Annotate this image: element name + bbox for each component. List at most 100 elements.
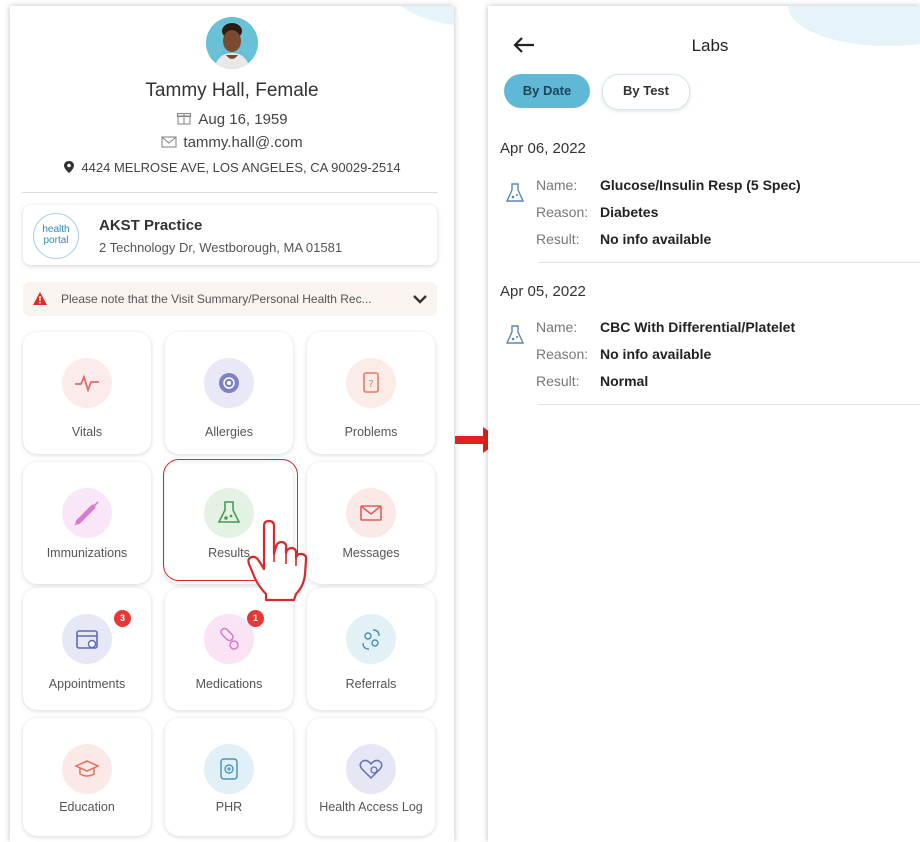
- tile-icon-bg: [204, 358, 254, 408]
- tile-messages[interactable]: Messages: [307, 462, 435, 584]
- tile-allergies[interactable]: Allergies: [165, 332, 293, 454]
- lab-name: Glucose/Insulin Resp (5 Spec): [600, 177, 801, 193]
- tile-label: PHR: [215, 800, 243, 814]
- lab-date: Apr 06, 2022: [500, 140, 586, 157]
- email-text[interactable]: tammy.hall@.com: [183, 134, 302, 151]
- lab-reason-row: Reason: No info available: [536, 346, 711, 362]
- tile-label: Immunizations: [46, 546, 128, 560]
- document-icon: ?: [363, 372, 379, 393]
- tile-label: Education: [59, 800, 115, 814]
- tile-label: Allergies: [205, 425, 253, 439]
- tile-problems[interactable]: ? Problems: [307, 332, 435, 454]
- decorative-blob: [390, 6, 454, 26]
- tile-label: Appointments: [48, 677, 126, 691]
- appointments-badge: 3: [114, 610, 131, 627]
- labs-screen: Labs By Date By Test Apr 06, 2022 Name: …: [488, 6, 920, 842]
- page-title: Labs: [691, 36, 729, 55]
- reason-label: Reason:: [536, 346, 589, 362]
- dob-row: Aug 16, 1959: [10, 110, 454, 128]
- chevron-down-icon[interactable]: [412, 293, 428, 305]
- practice-card[interactable]: health portal AKST Practice 2 Technology…: [23, 205, 437, 265]
- flask-icon: [506, 183, 524, 202]
- flask-icon: [506, 325, 524, 344]
- pointing-hand-icon: [247, 520, 308, 602]
- medications-badge: 1: [247, 610, 264, 627]
- tile-icon-bg: ?: [346, 358, 396, 408]
- lab-name: CBC With Differential/Platelet: [600, 319, 796, 335]
- logo-line-1: health: [42, 224, 70, 235]
- tab-by-test[interactable]: By Test: [602, 74, 690, 110]
- lab-date: Apr 05, 2022: [500, 283, 586, 300]
- practice-name: AKST Practice: [99, 217, 203, 234]
- divider: [538, 404, 920, 405]
- heart-search-icon: [359, 759, 383, 780]
- tile-label: Vitals: [71, 425, 103, 439]
- tab-by-date[interactable]: By Date: [504, 74, 590, 108]
- tile-immunizations[interactable]: Immunizations: [23, 462, 151, 584]
- tile-phr[interactable]: PHR: [165, 718, 293, 836]
- tile-label: Messages: [342, 546, 400, 560]
- logo-line-2: portal: [43, 235, 69, 246]
- home-screen: Tammy Hall, Female Aug 16, 1959 tammy.ha…: [10, 6, 454, 842]
- name-label: Name:: [536, 319, 578, 335]
- lab-result: Normal: [600, 373, 649, 389]
- tile-icon-bg: [346, 744, 396, 794]
- address-row: 4424 MELROSE AVE, LOS ANGELES, CA 90029-…: [10, 160, 454, 175]
- tile-referrals[interactable]: Referrals: [307, 588, 435, 710]
- lab-name-row[interactable]: Name: CBC With Differential/Platelet: [536, 319, 795, 335]
- lab-result: No info available: [600, 231, 712, 247]
- tile-icon-bg: [204, 744, 254, 794]
- tile-label: Medications: [195, 677, 263, 691]
- divider: [538, 262, 920, 263]
- reason-label: Reason:: [536, 204, 589, 220]
- tile-icon-bg: [346, 488, 396, 538]
- tile-vitals[interactable]: Vitals: [23, 332, 151, 454]
- lab-reason: Diabetes: [600, 204, 659, 220]
- name-label: Name:: [536, 177, 578, 193]
- phr-icon: [220, 758, 238, 780]
- heartbeat-icon: [75, 374, 99, 393]
- practice-address: 2 Technology Dr, Westborough, MA 01581: [99, 240, 343, 255]
- avatar[interactable]: [206, 17, 258, 69]
- envelope-icon: [161, 136, 177, 148]
- tile-label: Health Access Log: [319, 800, 423, 814]
- tile-label: Referrals: [345, 677, 397, 691]
- svg-text:?: ?: [368, 379, 373, 390]
- tile-icon-bg: [346, 614, 396, 664]
- tile-education[interactable]: Education: [23, 718, 151, 836]
- graduation-cap-icon: [74, 760, 100, 777]
- tile-appointments[interactable]: 3 Appointments: [23, 588, 151, 710]
- tile-icon-bg: [204, 614, 254, 664]
- tile-icon-bg: [62, 614, 112, 664]
- referral-icon: [362, 629, 380, 650]
- calendar-icon: [76, 630, 98, 649]
- email-row: tammy.hall@.com: [10, 134, 454, 151]
- result-label: Result:: [536, 373, 580, 389]
- tile-medications[interactable]: 1 Medications: [165, 588, 293, 710]
- tile-health-access-log[interactable]: Health Access Log: [307, 718, 435, 836]
- lab-reason: No info available: [600, 346, 712, 362]
- allergy-icon: [219, 373, 239, 393]
- notice-banner[interactable]: Please note that the Visit Summary/Perso…: [23, 282, 437, 316]
- gift-icon: [177, 112, 192, 125]
- address-text: 4424 MELROSE AVE, LOS ANGELES, CA 90029-…: [81, 160, 401, 175]
- lab-result-row: Result: No info available: [536, 231, 711, 247]
- tile-label: Problems: [344, 425, 398, 439]
- envelope-icon: [360, 505, 382, 521]
- practice-logo: health portal: [33, 213, 79, 259]
- warning-icon: [33, 292, 47, 305]
- lab-reason-row: Reason: Diabetes: [536, 204, 658, 220]
- tile-icon-bg: [62, 358, 112, 408]
- lab-result-row: Result: Normal: [536, 373, 648, 389]
- lab-name-row[interactable]: Name: Glucose/Insulin Resp (5 Spec): [536, 177, 801, 193]
- notice-text: Please note that the Visit Summary/Perso…: [61, 292, 372, 306]
- syringe-icon: [74, 501, 99, 526]
- tile-icon-bg: [62, 488, 112, 538]
- divider: [22, 192, 438, 193]
- patient-name: Tammy Hall, Female: [145, 80, 319, 101]
- dob-text: Aug 16, 1959: [198, 111, 288, 128]
- result-label: Result:: [536, 231, 580, 247]
- location-pin-icon: [64, 161, 75, 173]
- tile-icon-bg: [62, 744, 112, 794]
- pills-icon: [220, 627, 239, 650]
